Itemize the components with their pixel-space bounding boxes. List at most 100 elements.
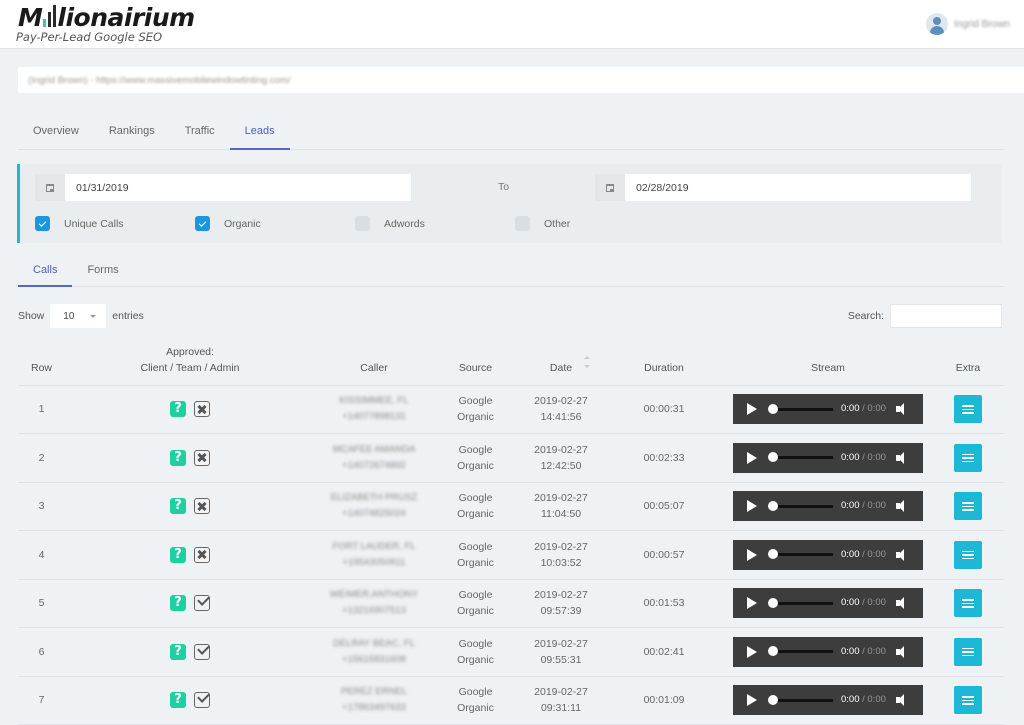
question-icon[interactable]: ? (170, 595, 186, 612)
question-icon[interactable]: ? (170, 692, 186, 709)
tab-leads[interactable]: Leads (229, 116, 290, 150)
tab-calls[interactable]: Calls (18, 256, 73, 287)
col-source[interactable]: Source (433, 340, 518, 386)
stream-cell: 0:00 / 0:00 (724, 482, 932, 531)
extra-cell (932, 530, 1004, 580)
play-icon[interactable] (747, 694, 757, 707)
audio-total-time: 0:00 (867, 645, 886, 657)
col-date[interactable]: Date (518, 340, 604, 386)
date-cell: 2019-02-27 09:57:39 (518, 579, 604, 628)
site-selector-value: (Ingrid Brown) - https://www.massivemobi… (28, 75, 291, 86)
to-calendar-button[interactable] (595, 174, 625, 201)
logo[interactable]: M lionairium Pay-Per-Lead Google SEO (16, 3, 195, 44)
col-approved[interactable]: Approved: Client / Team / Admin (65, 340, 315, 386)
details-button[interactable] (954, 540, 982, 569)
col-row[interactable]: Row (18, 340, 65, 386)
volume-icon[interactable] (895, 645, 910, 658)
organic-checkbox[interactable]: Organic (195, 216, 261, 231)
approved-check-icon[interactable] (194, 595, 210, 612)
table-header-row: Row Approved: Client / Team / Admin Call… (18, 340, 1004, 386)
site-selector[interactable]: (Ingrid Brown) - https://www.massivemobi… (18, 67, 1024, 93)
rejected-x-icon[interactable] (194, 449, 210, 466)
entries-select[interactable]: 10 (50, 304, 107, 328)
rejected-x-icon[interactable] (194, 401, 210, 418)
play-icon[interactable] (747, 403, 757, 416)
source-line1: Google (458, 492, 493, 505)
source-line2: Organic (457, 556, 494, 569)
call-time: 10:03:52 (540, 556, 582, 569)
play-icon[interactable] (747, 597, 757, 610)
question-icon[interactable]: ? (170, 498, 186, 515)
audio-progress-slider[interactable] (768, 549, 833, 560)
extra-cell (932, 482, 1004, 531)
search-input[interactable] (890, 304, 1002, 328)
tab-traffic[interactable]: Traffic (170, 116, 230, 150)
question-icon[interactable]: ? (170, 546, 186, 563)
audio-total-time: 0:00 (867, 403, 886, 415)
call-time: 11:04:50 (540, 508, 582, 521)
col-caller[interactable]: Caller (315, 340, 433, 386)
checkbox-checked-icon (195, 216, 210, 231)
details-button[interactable] (954, 492, 982, 521)
play-icon[interactable] (747, 548, 757, 561)
from-date-group: 01/31/2019 (35, 174, 411, 201)
call-date: 2019-02-27 (534, 589, 588, 602)
caller-phone: +17863497633 (342, 702, 406, 714)
caller-phone: +14072674892 (342, 459, 406, 471)
unique-calls-checkbox[interactable]: Unique Calls (35, 216, 124, 231)
audio-progress-slider[interactable] (768, 597, 833, 608)
play-icon[interactable] (747, 645, 757, 658)
tab-rankings[interactable]: Rankings (94, 116, 170, 150)
rejected-x-icon[interactable] (194, 498, 210, 515)
audio-progress-slider[interactable] (768, 403, 833, 414)
question-icon[interactable]: ? (170, 401, 186, 418)
tab-overview[interactable]: Overview (18, 116, 94, 150)
audio-player: 0:00 / 0:00 (733, 588, 923, 619)
tab-forms[interactable]: Forms (72, 256, 133, 287)
details-button[interactable] (954, 395, 982, 424)
play-icon[interactable] (747, 451, 757, 464)
details-button[interactable] (954, 443, 982, 472)
logo-text-start: M (18, 3, 43, 32)
caller-cell: WEIMER,ANTHONY +13216907513 (315, 579, 433, 628)
show-label: Show (18, 310, 45, 322)
audio-progress-slider[interactable] (768, 694, 833, 705)
col-extra[interactable]: Extra (932, 340, 1004, 386)
approval-cell: ? (65, 530, 315, 580)
rejected-x-icon[interactable] (194, 546, 210, 563)
question-icon[interactable]: ? (170, 449, 186, 466)
details-button[interactable] (954, 686, 982, 715)
volume-icon[interactable] (895, 403, 910, 416)
from-calendar-button[interactable] (35, 174, 65, 201)
audio-progress-slider[interactable] (768, 452, 833, 463)
volume-icon[interactable] (895, 597, 910, 610)
volume-icon[interactable] (895, 548, 910, 561)
details-button[interactable] (954, 589, 982, 618)
approved-check-icon[interactable] (194, 692, 210, 709)
source-cell: Google Organic (433, 530, 518, 580)
question-icon[interactable]: ? (170, 643, 186, 660)
approved-check-icon[interactable] (194, 643, 210, 660)
play-icon[interactable] (747, 500, 757, 513)
checkbox-unchecked-icon (515, 216, 530, 231)
to-date-group: 02/28/2019 (595, 174, 971, 201)
col-duration[interactable]: Duration (604, 340, 724, 386)
audio-progress-slider[interactable] (768, 500, 833, 511)
other-checkbox[interactable]: Other (515, 216, 570, 231)
adwords-checkbox[interactable]: Adwords (355, 216, 425, 231)
volume-icon[interactable] (895, 451, 910, 464)
volume-icon[interactable] (895, 500, 910, 513)
col-stream[interactable]: Stream (724, 340, 932, 386)
user-menu[interactable]: Ingrid Brown (925, 13, 1010, 35)
audio-progress-slider[interactable] (768, 646, 833, 657)
volume-icon[interactable] (895, 694, 910, 707)
duration-cell: 00:00:57 (604, 530, 724, 580)
stream-cell: 0:00 / 0:00 (724, 579, 932, 628)
details-button[interactable] (954, 637, 982, 666)
from-date-input[interactable]: 01/31/2019 (65, 174, 411, 201)
audio-player: 0:00 / 0:00 (733, 491, 923, 522)
row-number: 5 (18, 579, 65, 628)
to-date-input[interactable]: 02/28/2019 (625, 174, 971, 201)
caller-cell: ELIZABETH PRUSZ +14074825024 (315, 482, 433, 531)
table-row: 4 ? FORT LAUDER, FL +19543050811 Google … (18, 530, 1004, 580)
